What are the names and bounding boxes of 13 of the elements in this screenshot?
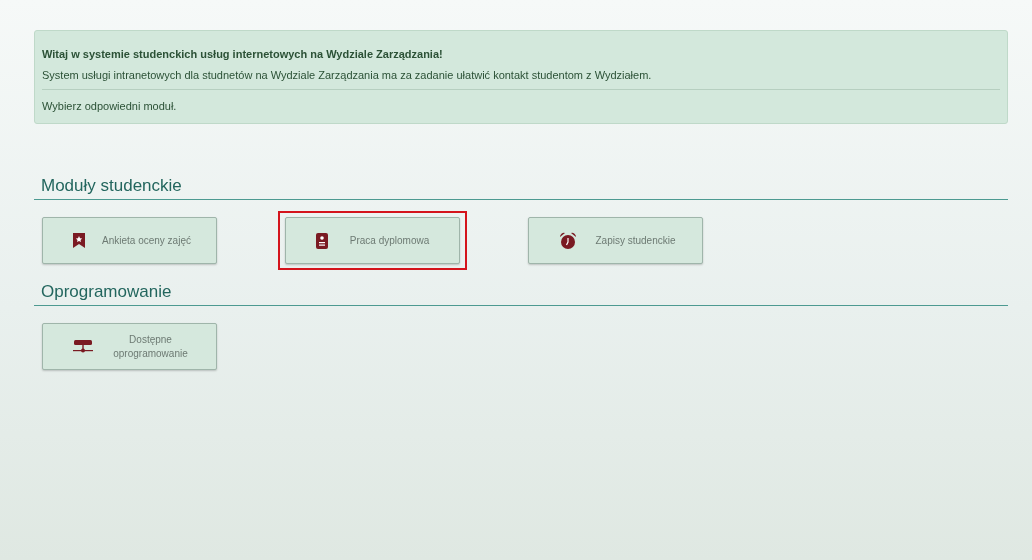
section-heading: Moduły studenckie [34, 176, 1008, 200]
network-icon [73, 339, 93, 354]
alarm-clock-icon [559, 231, 577, 250]
module-button[interactable]: Ankieta oceny zajęć [42, 217, 217, 264]
module-button[interactable]: Praca dyplomowa [285, 217, 460, 264]
bookmark-icon [73, 233, 85, 248]
module-button[interactable]: Zapisy studenckie [528, 217, 703, 264]
welcome-title: Witaj w systemie studenckich usług internetowych na Wydziale Zarządzania! [42, 48, 444, 60]
welcome-text: System usługi intranetowych dla studnetów na Wydziale Zarządzania ma za zadanie ułatwić kontakt studentom z Wydziałem. [42, 69, 653, 81]
welcome-hint: Wybierz odpowiedni moduł. [42, 100, 178, 112]
module-button[interactable]: Dostępne oprogramowanie [42, 323, 217, 370]
section-heading: Oprogramowanie [34, 282, 1008, 306]
document-icon [316, 232, 328, 249]
